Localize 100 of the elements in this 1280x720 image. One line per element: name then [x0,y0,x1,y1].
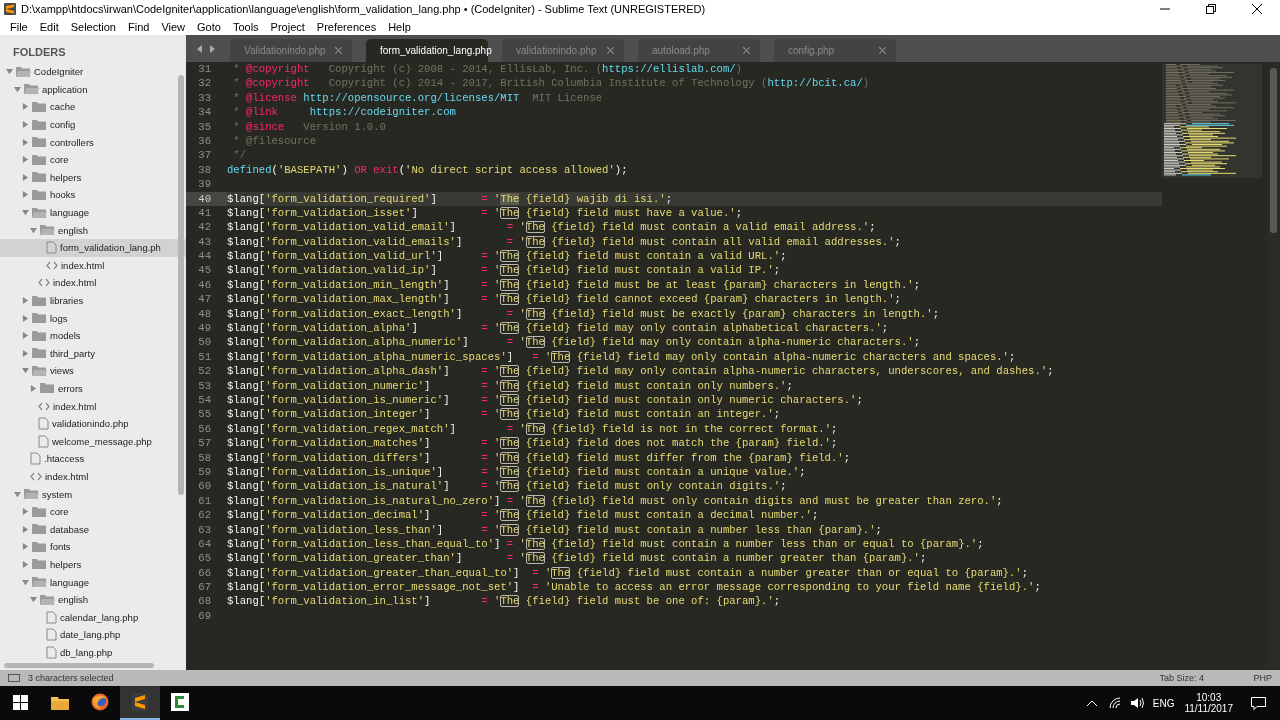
browser-icon[interactable] [91,693,109,711]
sidebar-item[interactable]: welcome_message.php [0,432,186,451]
collapsed-arrow-icon[interactable] [22,314,29,322]
sidebar-item[interactable]: application [0,80,186,99]
folder-icon[interactable] [51,694,69,710]
caret-up-icon[interactable] [1086,700,1097,706]
menu-item[interactable]: Project [264,20,311,33]
sidebar-item[interactable]: third_party [0,344,186,363]
sublime-icon[interactable] [132,693,148,711]
menu-item[interactable]: File [4,20,34,33]
syntax-mode[interactable]: PHP [1212,673,1272,683]
minimap-drawing[interactable] [1162,64,1262,178]
menu-item[interactable]: Preferences [310,20,383,33]
menu-item[interactable]: Find [121,20,156,33]
volume-icon[interactable] [1130,697,1145,709]
collapsed-arrow-icon[interactable] [22,332,29,340]
clock-time[interactable]: 10:03 [1196,692,1222,703]
line-number: 35 [197,119,212,134]
collapsed-arrow-icon[interactable] [22,103,29,111]
file-icon [46,610,57,624]
scrollbar-thumb[interactable] [178,75,184,495]
sidebar-item[interactable]: .htaccess [0,450,186,468]
expanded-arrow-icon[interactable] [14,490,21,498]
menu-item[interactable]: View [155,20,192,33]
scrollbar-thumb[interactable] [4,663,154,668]
sidebar-item[interactable]: models [0,326,186,345]
expanded-arrow-icon[interactable] [22,209,29,217]
line-number: 61 [197,493,212,509]
expanded-arrow-icon[interactable] [6,68,13,76]
sidebar-item[interactable]: validationindo.php [0,414,186,433]
restore-icon[interactable] [1206,4,1216,14]
code-line: $lang['form_validation_valid_email'] = 'The {field} field must contain a valid email address.'; [227,220,876,235]
sidebar-item[interactable]: index.html [0,274,186,292]
sidebar-item[interactable]: db_lang.php [0,643,186,662]
expanded-arrow-icon[interactable] [14,85,21,93]
menu-item[interactable]: Goto [191,20,227,33]
collapsed-arrow-icon[interactable] [22,156,29,164]
input-language[interactable]: ENG [1152,697,1175,709]
sidebar-item[interactable]: logs [0,309,186,327]
sidebar-item[interactable]: index.html [0,467,186,486]
menu-item[interactable]: Edit [33,20,65,33]
sidebar-item[interactable]: date_lang.php [0,626,186,644]
sidebar-item[interactable]: core [0,502,186,521]
sidebar-item[interactable]: errors [0,379,186,398]
menu-item[interactable]: Tools [226,20,265,33]
sidebar-item[interactable]: CodeIgniter [0,63,186,81]
menu-item[interactable]: Selection [64,20,122,33]
scrollbar-thumb[interactable] [1269,68,1277,233]
sidebar-item[interactable]: form_validation_lang.ph [0,238,186,257]
sidebar-item[interactable]: index.html [0,256,186,275]
sidebar-item[interactable]: language [0,573,186,591]
sidebar-item[interactable]: views [0,362,186,380]
code-line: $lang['form_validation_differs'] = 'The {field} field must differ from the {param} field.'; [227,450,851,465]
collapsed-arrow-icon[interactable] [22,560,29,568]
collapsed-arrow-icon[interactable] [22,173,29,181]
line-number: 39 [197,177,212,192]
collapsed-arrow-icon[interactable] [22,121,29,129]
sidebar-item[interactable]: english [0,221,186,239]
collapsed-arrow-icon[interactable] [22,191,29,199]
sidebar-item[interactable]: language [0,203,186,222]
open-folder-icon [32,364,47,377]
collapsed-arrow-icon[interactable] [22,543,29,551]
tab-size[interactable]: Tab Size: 4 [1159,673,1204,683]
sidebar-item[interactable]: core [0,150,186,169]
collapsed-arrow-icon[interactable] [22,297,29,304]
sidebar-item[interactable]: database [0,520,186,539]
close-icon[interactable] [1252,4,1262,14]
sidebar-item[interactable]: controllers [0,133,186,151]
line-number: 57 [197,436,212,451]
collapsed-arrow-icon[interactable] [22,349,29,357]
sidebar-item[interactable]: helpers [0,168,186,187]
code-line: defined('BASEPATH') OR exit('No direct script access allowed'); [227,162,628,178]
sidebar-item[interactable]: config [0,115,186,134]
sidebar-item[interactable]: cache [0,98,186,116]
sidebar-item[interactable]: calendar_lang.php [0,608,186,626]
collapsed-arrow-icon[interactable] [22,138,29,146]
notification-icon[interactable] [1251,696,1266,710]
expanded-arrow-icon[interactable] [30,596,37,604]
collapsed-arrow-icon[interactable] [22,508,29,516]
collapsed-arrow-icon[interactable] [22,525,29,533]
sidebar-item[interactable]: hooks [0,186,186,204]
menu-item[interactable]: Help [382,20,417,33]
expanded-arrow-icon[interactable] [30,226,37,234]
expanded-arrow-icon[interactable] [22,367,29,375]
recorder-icon[interactable] [171,693,189,711]
collapsed-arrow-icon[interactable] [30,385,37,392]
folder-icon [32,188,47,201]
clock-date[interactable]: 11/11/2017 [1184,703,1233,714]
expanded-arrow-icon[interactable] [22,578,29,586]
wifi-icon[interactable] [1108,697,1123,709]
taskbar-button[interactable] [120,686,160,720]
sidebar-item[interactable]: index.html [0,397,186,415]
windows-logo-icon[interactable] [12,694,28,710]
sidebar-item[interactable]: helpers [0,555,186,574]
sidebar-item[interactable]: english [0,590,186,609]
sidebar-item[interactable]: fonts [0,538,186,556]
sidebar-item[interactable]: libraries [0,291,186,310]
line-number: 43 [197,234,212,250]
code-line: $lang['form_validation_is_numeric'] = 'The {field} field must contain only numeric characters.'; [227,393,863,408]
sidebar-item[interactable]: system [0,485,186,503]
